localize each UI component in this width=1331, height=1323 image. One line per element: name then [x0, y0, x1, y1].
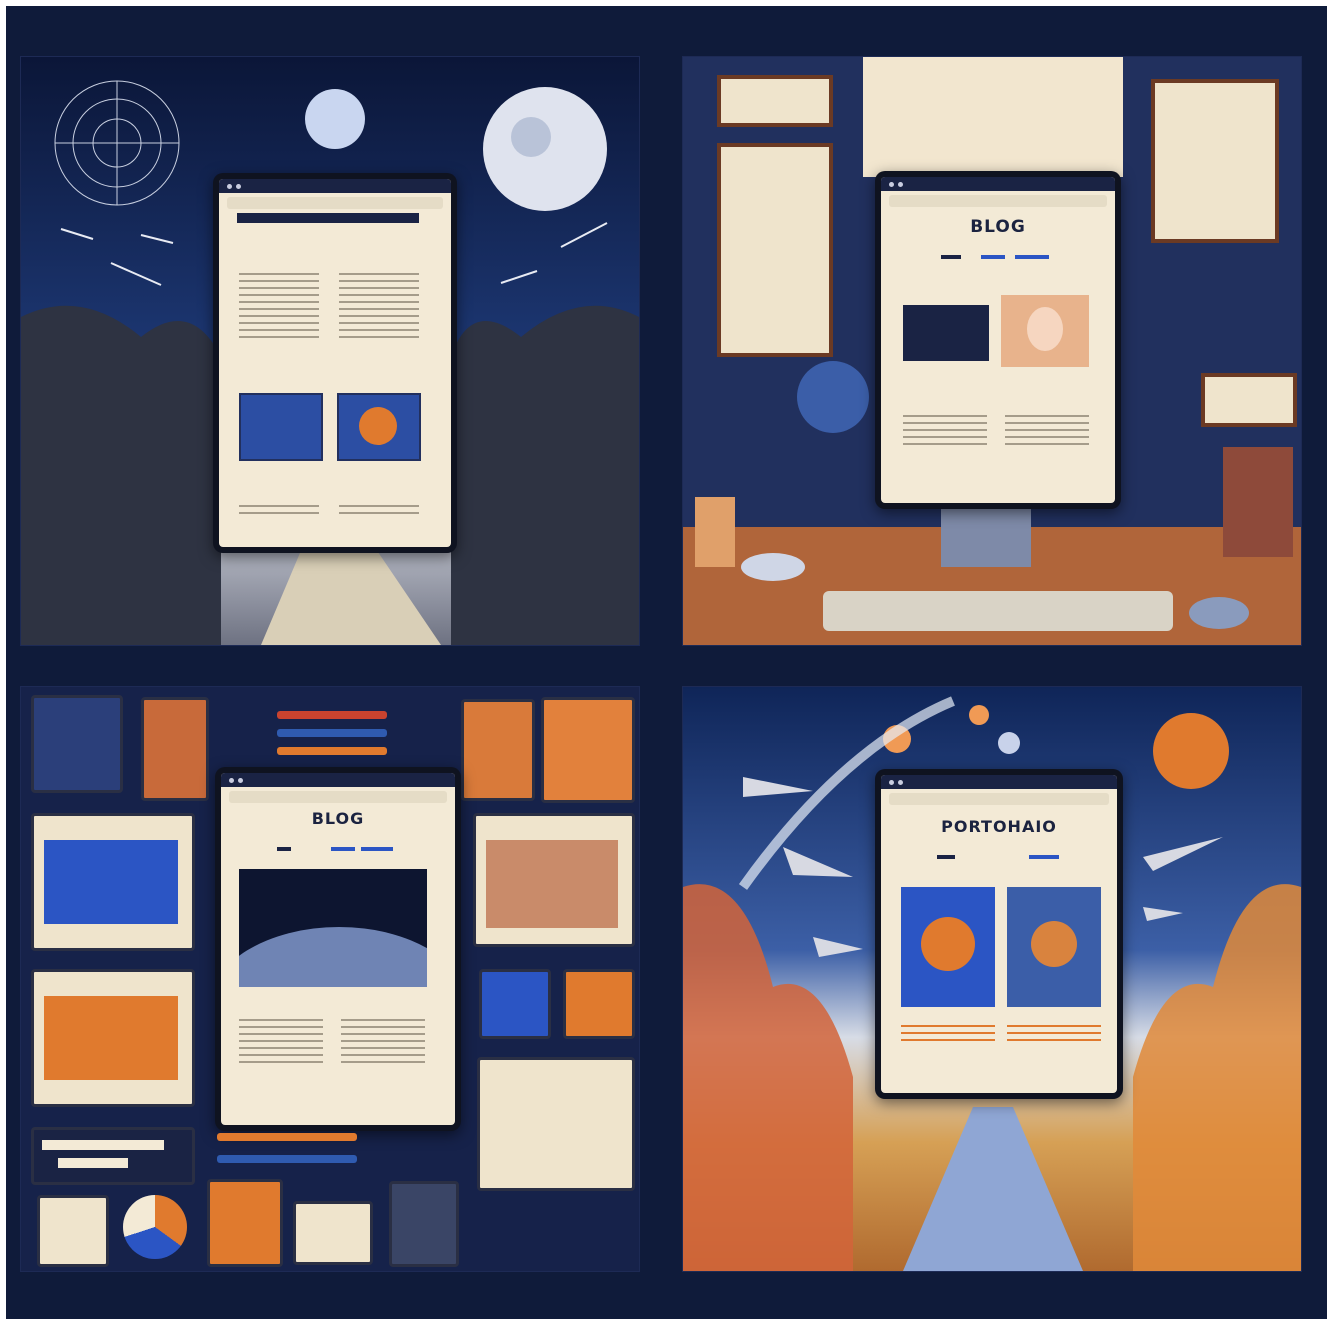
nav-button[interactable] — [981, 255, 1005, 259]
floral-artwork — [541, 697, 635, 803]
small-moon — [305, 89, 365, 149]
portrait-image — [1001, 295, 1089, 367]
pencil-cup — [695, 497, 735, 567]
text-column-left — [239, 1019, 323, 1068]
address-bar — [229, 791, 447, 803]
tablet-device: BLOG — [215, 767, 461, 1131]
orange-planet — [1153, 713, 1229, 789]
left-foliage — [21, 305, 221, 645]
pie-graphic — [123, 1195, 187, 1259]
text-column-left — [239, 273, 319, 343]
browser-topbar — [881, 775, 1117, 789]
browser-topbar — [881, 177, 1115, 191]
nav-button[interactable] — [331, 847, 355, 851]
gallery-card — [31, 813, 195, 951]
nav-bar — [237, 213, 419, 223]
orange-planet-image — [337, 393, 421, 461]
footer-lines-left — [239, 505, 319, 519]
right-flowers — [1133, 884, 1301, 1271]
nav-button[interactable] — [1029, 855, 1059, 859]
form-card — [31, 1127, 195, 1185]
tablet-device — [213, 173, 457, 553]
pattern-tile — [563, 969, 635, 1039]
nav-link[interactable] — [941, 255, 961, 259]
footer-lines-right — [339, 505, 419, 519]
browser-topbar — [219, 179, 451, 193]
address-bar — [889, 195, 1107, 207]
nav-link[interactable] — [937, 855, 955, 859]
panel-sky-garden: PORTOHAIO — [682, 686, 1302, 1272]
portfolio-title: PORTOHAIO — [941, 817, 1057, 836]
book-stack — [1223, 447, 1293, 557]
blog-title: BLOG — [311, 809, 365, 828]
keyboard — [823, 591, 1173, 631]
pencil — [277, 747, 387, 755]
gallery-card — [31, 969, 195, 1107]
blue-pattern-image — [239, 393, 323, 461]
panel-design-board: BLOG — [20, 686, 640, 1272]
wall-frame-left — [717, 143, 833, 357]
illustration-tile — [207, 1179, 283, 1267]
right-foliage — [451, 305, 639, 645]
house-image-card — [473, 813, 635, 947]
blog-screen: BLOG — [881, 177, 1115, 503]
desktop-monitor: BLOG — [875, 171, 1121, 509]
artwork-tile — [141, 697, 209, 801]
coffee-cup — [741, 553, 805, 581]
text-column-right — [1005, 415, 1089, 450]
browser-topbar — [221, 773, 455, 787]
blog-screen: BLOG — [221, 773, 455, 1125]
panel-desk-workspace: BLOG — [682, 56, 1302, 646]
text-lines-right — [1007, 1025, 1101, 1046]
portrait-tile — [389, 1181, 459, 1267]
wall-frame-right — [1151, 79, 1279, 243]
text-column-right — [341, 1019, 425, 1068]
text-lines-left — [901, 1025, 995, 1046]
text-column-left — [903, 415, 987, 450]
nav-button[interactable] — [361, 847, 393, 851]
earth-image — [239, 869, 427, 987]
nav-button[interactable] — [1015, 255, 1049, 259]
tiled-path — [903, 1107, 1083, 1271]
pencil — [217, 1133, 357, 1141]
layout-card — [477, 1057, 635, 1191]
orange-artwork — [461, 699, 535, 801]
decor-sphere — [797, 361, 869, 433]
tablet-device: PORTOHAIO — [875, 769, 1123, 1099]
pattern-tile — [479, 969, 551, 1039]
nav-link[interactable] — [277, 847, 291, 851]
panel-space-garden — [20, 56, 640, 646]
logo-tile — [37, 1195, 109, 1267]
wall-backdrop — [863, 57, 1123, 177]
pencil — [277, 729, 387, 737]
pencil — [277, 711, 387, 719]
address-bar — [889, 793, 1109, 805]
pencil — [217, 1155, 357, 1163]
swirl-artwork — [1007, 887, 1101, 1007]
floral-artwork — [901, 887, 995, 1007]
note-card — [293, 1201, 373, 1265]
text-column-right — [339, 273, 419, 343]
website-screen — [219, 179, 451, 547]
dark-feature-card — [903, 305, 989, 361]
mouse — [1189, 597, 1249, 629]
portfolio-screen: PORTOHAIO — [881, 775, 1117, 1093]
pattern-tile — [31, 695, 123, 793]
blog-title: BLOG — [970, 217, 1026, 237]
address-bar — [227, 197, 443, 209]
